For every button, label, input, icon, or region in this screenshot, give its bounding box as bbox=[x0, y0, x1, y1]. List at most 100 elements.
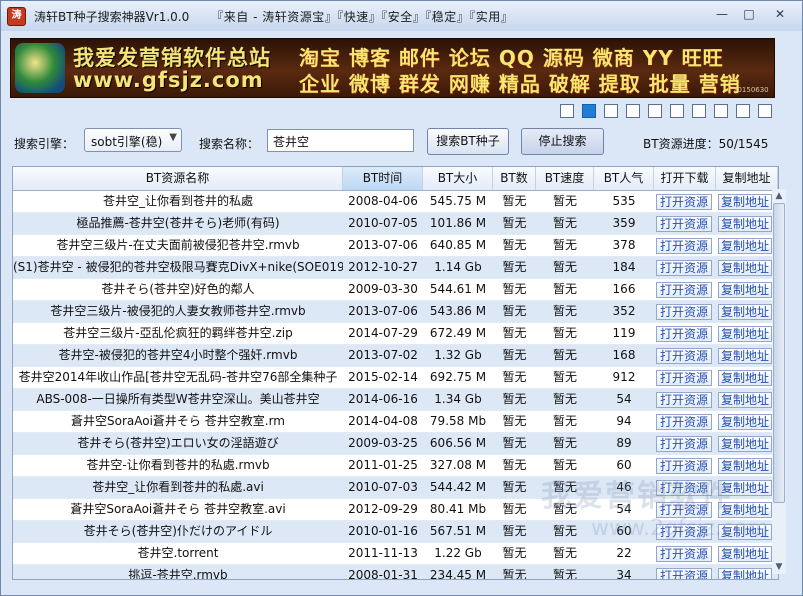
page-box[interactable] bbox=[692, 104, 706, 118]
column-header[interactable]: BT人气 bbox=[594, 167, 654, 190]
minimize-button[interactable]: — bbox=[711, 5, 733, 23]
column-header[interactable]: BT大小 bbox=[423, 167, 493, 190]
vertical-scrollbar[interactable]: ▲ ▼ bbox=[772, 189, 786, 574]
copy-address-button[interactable]: 复制地址 bbox=[718, 238, 772, 254]
copy-address-button[interactable]: 复制地址 bbox=[718, 216, 772, 232]
title-bar[interactable]: 涛 涛轩BT种子搜索神器Vr1.0.0 『来自 - 涛轩资源宝』『快速』『安全』… bbox=[1, 1, 802, 31]
table-cell: 暂无 bbox=[502, 194, 527, 208]
copy-address-button[interactable]: 复制地址 bbox=[718, 304, 772, 320]
open-resource-button[interactable]: 打开资源 bbox=[656, 238, 712, 254]
page-box[interactable] bbox=[648, 104, 662, 118]
open-resource-button[interactable]: 打开资源 bbox=[656, 370, 712, 386]
open-resource-button[interactable]: 打开资源 bbox=[656, 414, 712, 430]
maximize-button[interactable]: □ bbox=[738, 5, 760, 23]
table-cell: 2012-10-27 bbox=[348, 260, 418, 274]
page-box[interactable] bbox=[714, 104, 728, 118]
page-box[interactable] bbox=[582, 104, 596, 118]
table-row[interactable]: 苍井そら(苍井空)エロい女の淫語遊び 2009-03-25 606.56 M 暂无 暂无… bbox=[13, 433, 778, 455]
open-resource-button[interactable]: 打开资源 bbox=[656, 326, 712, 342]
page-box[interactable] bbox=[736, 104, 750, 118]
engine-select[interactable]: sobt引擎(稳) ▼ bbox=[84, 128, 182, 152]
copy-address-button[interactable]: 复制地址 bbox=[718, 326, 772, 342]
open-resource-button[interactable]: 打开资源 bbox=[656, 436, 712, 452]
open-resource-button[interactable]: 打开资源 bbox=[656, 282, 712, 298]
table-cell: 2009-03-25 bbox=[348, 436, 418, 450]
copy-address-button[interactable]: 复制地址 bbox=[718, 194, 772, 210]
copy-address-button[interactable]: 复制地址 bbox=[718, 348, 772, 364]
table-cell: 極品推薦-苍井空(苍井そら)老师(有码) bbox=[76, 216, 280, 230]
column-header[interactable]: 打开下载 bbox=[654, 167, 716, 190]
table-row[interactable]: 苍井空三级片-被侵犯的人妻女教师苍井空.rmvb 2013-07-06 543.86… bbox=[13, 301, 778, 323]
scrollbar-thumb[interactable] bbox=[773, 203, 785, 503]
table-cell: 暂无 bbox=[552, 260, 577, 274]
banner-tags-line2: 企业 微博 群发 网赚 精品 破解 提取 批量 营销 bbox=[299, 72, 741, 96]
column-header[interactable]: BT时间 bbox=[343, 167, 423, 190]
banner-stamp: 20150630 bbox=[733, 86, 769, 94]
copy-address-button[interactable]: 复制地址 bbox=[718, 260, 772, 276]
copy-address-button[interactable]: 复制地址 bbox=[718, 414, 772, 430]
column-header[interactable]: BT速度 bbox=[536, 167, 594, 190]
table-row[interactable]: 苍井空.torrent 2011-11-13 1.22 Gb 暂无 暂无 22 打开资源 复制… bbox=[13, 543, 778, 565]
open-resource-button[interactable]: 打开资源 bbox=[656, 546, 712, 562]
open-resource-button[interactable]: 打开资源 bbox=[656, 568, 712, 579]
open-resource-button[interactable]: 打开资源 bbox=[656, 348, 712, 364]
table-row[interactable]: 苍井そら(苍井空)好色的鄰人 2009-03-30 544.61 M 暂无 暂无 166 打… bbox=[13, 279, 778, 301]
table-cell: 1.22 Gb bbox=[434, 546, 482, 560]
open-resource-button[interactable]: 打开资源 bbox=[656, 392, 712, 408]
open-resource-button[interactable]: 打开资源 bbox=[656, 304, 712, 320]
search-name-input[interactable]: 苍井空 bbox=[267, 129, 414, 152]
page-box[interactable] bbox=[604, 104, 618, 118]
column-header[interactable]: BT资源名称 bbox=[13, 167, 343, 190]
copy-address-button[interactable]: 复制地址 bbox=[718, 568, 772, 579]
copy-address-button[interactable]: 复制地址 bbox=[718, 392, 772, 408]
table-row[interactable]: 蒼井空SoraAoi蒼井そら 苍井空教室.rm 2014-04-08 79.58 M… bbox=[13, 411, 778, 433]
table-cell: 640.85 M bbox=[429, 238, 487, 252]
table-row[interactable]: ABS-008-一日操所有类型W苍井空深山。美山苍井空 2014-06-16 1.3… bbox=[13, 389, 778, 411]
progress-text: BT资源进度：50/1545 bbox=[643, 137, 769, 151]
table-cell: 蒼井空SoraAoi蒼井そら 苍井空教室.avi bbox=[70, 502, 286, 516]
table-cell: 暂无 bbox=[552, 216, 577, 230]
table-row[interactable]: 苍井空三级片-亞乱伦疯狂的羁绊苍井空.zip 2014-07-29 672.49 M… bbox=[13, 323, 778, 345]
page-box[interactable] bbox=[626, 104, 640, 118]
scroll-up-icon[interactable]: ▲ bbox=[772, 189, 786, 203]
table-cell: 2010-07-03 bbox=[348, 480, 418, 494]
search-bt-button[interactable]: 搜索BT种子 bbox=[427, 128, 509, 155]
page-box[interactable] bbox=[560, 104, 574, 118]
copy-address-button[interactable]: 复制地址 bbox=[718, 370, 772, 386]
open-resource-button[interactable]: 打开资源 bbox=[656, 216, 712, 232]
table-cell: 2013-07-06 bbox=[348, 238, 418, 252]
scroll-down-icon[interactable]: ▼ bbox=[772, 560, 786, 574]
table-row[interactable]: 極品推薦-苍井空(苍井そら)老师(有码) 2010-07-05 101.86 M 暂无… bbox=[13, 213, 778, 235]
copy-address-button[interactable]: 复制地址 bbox=[718, 436, 772, 452]
page-box[interactable] bbox=[758, 104, 772, 118]
open-resource-button[interactable]: 打开资源 bbox=[656, 194, 712, 210]
stop-search-button[interactable]: 停止搜索 bbox=[521, 128, 604, 155]
column-header[interactable]: BT数 bbox=[493, 167, 536, 190]
table-row[interactable]: 苍井空2014年收山作品[苍井空无乱码-苍井空76部全集种子 2015-02-14… bbox=[13, 367, 778, 389]
table-cell: 2014-04-08 bbox=[348, 414, 418, 428]
close-button[interactable]: ✕ bbox=[765, 5, 795, 23]
table-cell: 34 bbox=[616, 568, 632, 580]
table-row[interactable]: 苍井空_让你看到苍井的私處 2008-04-06 545.75 M 暂无 暂无 535 打开… bbox=[13, 191, 778, 213]
app-icon-glyph: 涛 bbox=[11, 9, 22, 21]
app-icon: 涛 bbox=[7, 6, 26, 26]
column-header[interactable]: 复制地址 bbox=[716, 167, 778, 190]
site-logo bbox=[15, 43, 65, 93]
table-cell: 苍井空_让你看到苍井的私處.avi bbox=[92, 480, 264, 494]
table-row[interactable]: 苍井空三级片-在丈夫面前被侵犯苍井空.rmvb 2013-07-06 640.85 … bbox=[13, 235, 778, 257]
copy-address-button[interactable]: 复制地址 bbox=[718, 546, 772, 562]
watermark-text: 我爱营销软件 bbox=[541, 479, 733, 514]
page-box[interactable] bbox=[670, 104, 684, 118]
table-cell: 暂无 bbox=[502, 304, 527, 318]
open-resource-button[interactable]: 打开资源 bbox=[656, 260, 712, 276]
banner-tags-line1: 淘宝 博客 邮件 论坛 QQ 源码 微商 YY 旺旺 bbox=[299, 46, 724, 70]
table-row[interactable]: (S1)苍井空 - 被侵犯的苍井空极限马賽克DivX+nike(SOE019 20… bbox=[13, 257, 778, 279]
table-cell: 暂无 bbox=[502, 502, 527, 516]
table-row[interactable]: 苍井空-被侵犯的苍井空4小时整个强奸.rmvb 2013-07-02 1.32 Gb… bbox=[13, 345, 778, 367]
table-row[interactable]: 挑逗-苍井空.rmvb 2008-01-31 234.45 M 暂无 暂无 34 打开资源复… bbox=[13, 565, 778, 580]
copy-address-button[interactable]: 复制地址 bbox=[718, 282, 772, 298]
table-cell: 暂无 bbox=[552, 282, 577, 296]
ad-banner[interactable]: 我爱发营销软件总站 www.gfsjz.com 淘宝 博客 邮件 论坛 QQ 源… bbox=[10, 38, 775, 98]
table-cell: 苍井空三级片-被侵犯的人妻女教师苍井空.rmvb bbox=[50, 304, 306, 318]
table-cell: 暂无 bbox=[552, 392, 577, 406]
